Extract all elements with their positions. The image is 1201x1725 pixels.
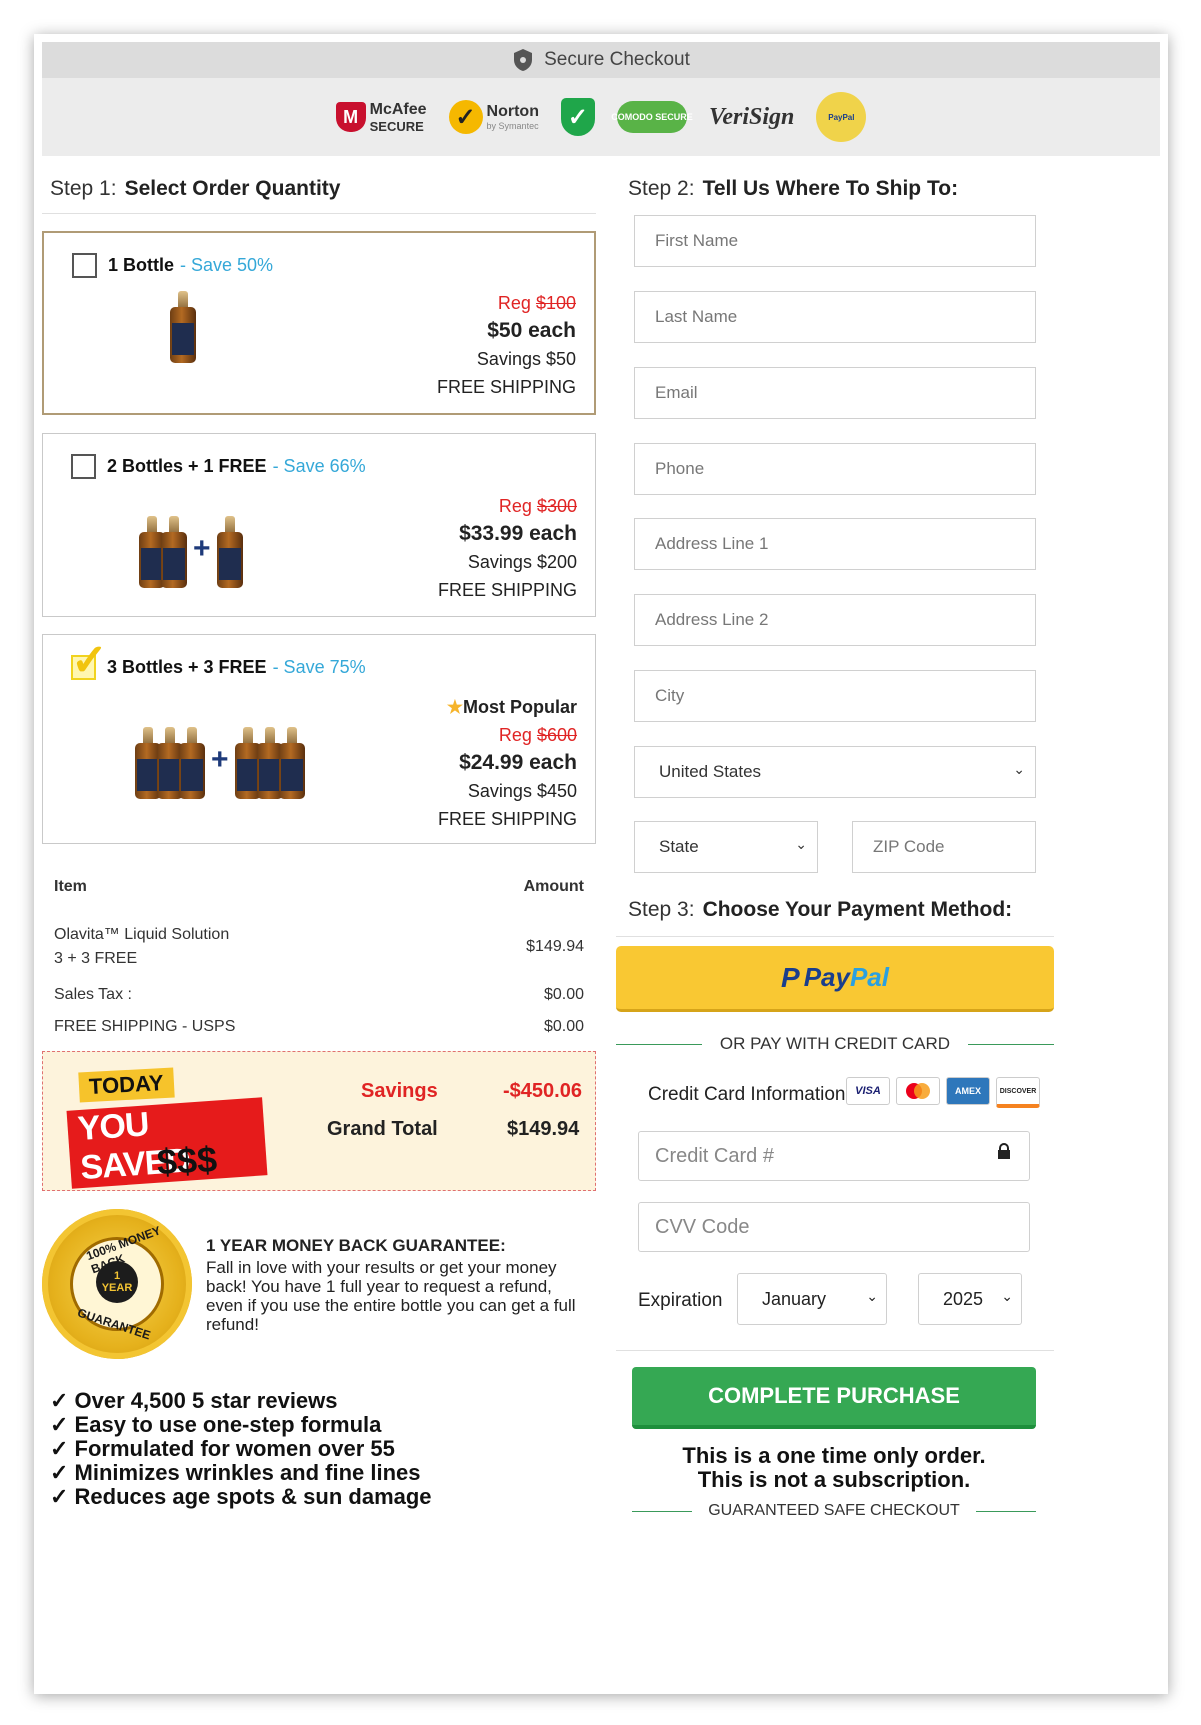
card-logos: VISA AMEX DISCOVER	[846, 1077, 1040, 1108]
email-field[interactable]: Email	[634, 367, 1036, 419]
benefit-item: ✓ Formulated for women over 55	[50, 1436, 395, 1461]
expiration-year-select[interactable]: 2025 ⌄	[918, 1273, 1022, 1325]
or-pay-divider: OR PAY WITH CREDIT CARD	[616, 1034, 1054, 1054]
star-icon: ★	[446, 697, 463, 717]
mastercard-icon	[896, 1077, 940, 1105]
site-check-badge: ✓	[560, 98, 595, 136]
expiration-month-select[interactable]: January ⌄	[737, 1273, 887, 1325]
trust-badges: M McAfee SECURE ✓ Norton by Symantec ✓ COM…	[42, 78, 1160, 156]
expiration-label: Expiration	[638, 1290, 723, 1311]
comodo-lock-icon: COMODO SECURE	[611, 101, 693, 133]
step3-heading: Step 3: Choose Your Payment Method:	[628, 898, 1013, 921]
chevron-down-icon: ⌄	[1001, 1288, 1013, 1304]
you-saved-graphic: TODAY YOU SAVED $$$	[65, 1066, 268, 1189]
package-checkbox-checked[interactable]	[71, 635, 108, 686]
chevron-down-icon: ⌄	[866, 1288, 878, 1304]
bottle-image: +	[139, 516, 243, 588]
bottle-icon	[278, 727, 305, 799]
shield-icon	[514, 49, 533, 71]
most-popular-label: ★Most Popular	[446, 697, 577, 717]
one-time-order-note: This is a one time only order. This is n…	[682, 1443, 986, 1492]
benefit-item: ✓ Minimizes wrinkles and fine lines	[50, 1460, 421, 1485]
package-2-bottles[interactable]: 2 Bottles + 1 FREE - Save 66% + Reg $300 …	[42, 433, 596, 617]
green-shield-check-icon: ✓	[560, 98, 595, 136]
bottle-image	[170, 291, 196, 363]
chevron-down-icon: ⌄	[795, 836, 807, 852]
paypal-logo-icon: P	[781, 961, 800, 993]
benefits-list: ✓ Over 4,500 5 star reviews ✓ Easy to us…	[50, 1389, 432, 1509]
paypal-verified-badge: PayPal	[816, 92, 867, 142]
zip-code-field[interactable]: ZIP Code	[852, 821, 1036, 873]
guarantee-title: 1 YEAR MONEY BACK GUARANTEE:	[206, 1236, 506, 1255]
plus-icon: +	[211, 743, 229, 776]
package-3-bottles[interactable]: 3 Bottles + 3 FREE- Save 75% + ★Most Pop…	[42, 634, 596, 844]
discover-icon: DISCOVER	[996, 1077, 1040, 1108]
bottle-icon	[179, 727, 205, 799]
first-name-field[interactable]: First Name	[634, 215, 1036, 267]
paypal-seal-icon: PayPal	[816, 92, 867, 142]
country-select[interactable]: United States ⌄	[634, 746, 1036, 798]
savings-box: TODAY YOU SAVED $$$ Savings -$450.06 Gra…	[42, 1051, 596, 1191]
bottle-image: +	[135, 727, 305, 799]
step2-heading: Step 2: Tell Us Where To Ship To:	[628, 177, 959, 200]
money-back-seal: 100% MONEY BACK GUARANTEE 1YEAR	[42, 1209, 192, 1359]
guaranteed-safe-checkout: GUARANTEED SAFE CHECKOUT	[632, 1502, 1036, 1520]
package-checkbox[interactable]	[71, 454, 96, 479]
package-title: 1 Bottle - Save 50%	[108, 255, 274, 275]
bottle-icon	[161, 516, 187, 588]
package-title: 2 Bottles + 1 FREE - Save 66%	[107, 456, 366, 476]
city-field[interactable]: City	[634, 670, 1036, 722]
divider	[616, 936, 1054, 937]
complete-purchase-button[interactable]: COMPLETE PURCHASE	[632, 1367, 1036, 1429]
cc-info-label: Credit Card Information:	[648, 1084, 851, 1105]
checkout-frame: Secure Checkout M McAfee SECURE ✓ Norton b…	[34, 34, 1168, 1694]
bottle-icon	[170, 291, 196, 363]
norton-check-icon: ✓	[448, 100, 483, 134]
lock-icon	[998, 1143, 1010, 1159]
address-line-1-field[interactable]: Address Line 1	[634, 518, 1036, 570]
last-name-field[interactable]: Last Name	[634, 291, 1036, 343]
state-select[interactable]: State ⌄	[634, 821, 818, 873]
package-checkbox[interactable]	[72, 253, 97, 278]
mcafee-icon: M	[335, 102, 366, 132]
divider	[616, 1350, 1054, 1351]
benefit-item: ✓ Over 4,500 5 star reviews	[50, 1388, 338, 1413]
package-title: 3 Bottles + 3 FREE - Save 75%	[107, 657, 366, 677]
norton-badge: ✓ Norton by Symantec	[448, 100, 539, 134]
secure-checkout-title: Secure Checkout	[544, 49, 690, 70]
divider	[42, 213, 596, 214]
benefit-item: ✓ Reduces age spots & sun damage	[50, 1484, 432, 1509]
package-1-bottle[interactable]: 1 Bottle - Save 50% Reg $100 $50 each Sav…	[42, 231, 596, 415]
paypal-button[interactable]: P Pay Pal	[616, 946, 1054, 1012]
amex-icon: AMEX	[946, 1077, 990, 1105]
secure-checkout-bar: Secure Checkout	[42, 42, 1160, 78]
step1-heading: Step 1: Select Order Quantity	[50, 177, 341, 200]
product-amount: $149.94	[526, 938, 584, 955]
package-prices: Reg $300 $33.99 each Savings $200 FREE S…	[437, 496, 577, 600]
guarantee-text: Fall in love with your results or get yo…	[206, 1258, 576, 1334]
address-line-2-field[interactable]: Address Line 2	[634, 594, 1036, 646]
comodo-badge: COMODO SECURE	[611, 101, 693, 133]
chevron-down-icon: ⌄	[1013, 761, 1025, 777]
mcafee-badge: M McAfee SECURE	[335, 101, 427, 134]
benefit-item: ✓ Easy to use one-step formula	[50, 1412, 382, 1437]
plus-icon: +	[193, 532, 211, 565]
phone-field[interactable]: Phone	[634, 443, 1036, 495]
package-prices: ★Most Popular Reg $600 $24.99 each Savin…	[438, 693, 577, 833]
cvv-code-field[interactable]: CVV Code	[638, 1202, 1030, 1252]
verisign-badge: VeriSign	[708, 103, 795, 130]
credit-card-number-field[interactable]: Credit Card #	[638, 1131, 1030, 1181]
package-prices: Reg $100 $50 each Savings $50 FREE SHIPP…	[436, 293, 576, 397]
visa-icon: VISA	[846, 1077, 890, 1105]
bottle-icon	[216, 516, 243, 588]
